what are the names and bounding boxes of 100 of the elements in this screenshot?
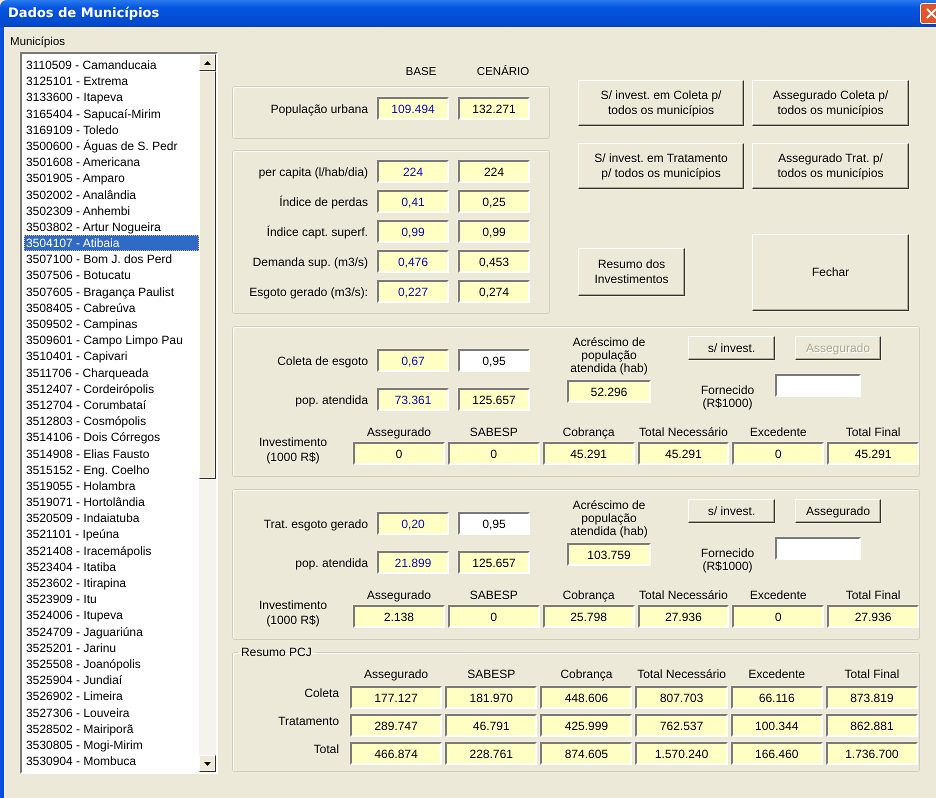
- close-button[interactable]: [920, 3, 936, 24]
- value-field: 224: [377, 160, 449, 183]
- value-field: 0: [732, 442, 824, 465]
- list-item[interactable]: 3509502 - Campinas: [24, 316, 199, 332]
- action-button[interactable]: s/ invest.: [688, 336, 775, 360]
- list-item[interactable]: 3501905 - Amparo: [24, 170, 199, 186]
- list-item[interactable]: 3524709 - Jaguariúna: [24, 624, 199, 640]
- list-item[interactable]: 3526902 - Limeira: [24, 688, 199, 704]
- list-item[interactable]: 3503802 - Artur Nogueira: [24, 218, 199, 236]
- value-field: 0: [732, 605, 824, 628]
- list-item[interactable]: 3519071 - Hortolândia: [24, 494, 199, 510]
- list-item[interactable]: 3515152 - Eng. Coelho: [24, 462, 199, 478]
- value-field: 0,274: [458, 280, 530, 303]
- input-field[interactable]: [775, 374, 861, 397]
- field-label: Acréscimo de população atendida (hab): [570, 336, 648, 375]
- list-item[interactable]: 3512704 - Corumbataí: [24, 396, 199, 414]
- list-item[interactable]: 3512407 - Cordeirópolis: [24, 380, 199, 397]
- field-label: pop. atendida: [295, 392, 368, 406]
- list-item[interactable]: 3125101 - Extrema: [24, 73, 199, 90]
- scroll-up-button[interactable]: [199, 54, 216, 71]
- scrollbar[interactable]: [199, 54, 216, 772]
- value-field: 45.291: [542, 442, 634, 465]
- list-item[interactable]: 3523909 - Itu: [24, 591, 199, 608]
- list-item[interactable]: 3165404 - Sapucaí-Mirim: [24, 106, 199, 122]
- value-field: 289.747: [350, 714, 442, 737]
- list-item[interactable]: 3502309 - Anhembi: [24, 202, 199, 219]
- input-field[interactable]: 0,95: [458, 349, 530, 372]
- list-item[interactable]: 3169109 - Toledo: [24, 122, 199, 138]
- value-field: 100.344: [730, 714, 823, 737]
- list-item[interactable]: 3500600 - Águas de S. Pedr: [24, 138, 199, 154]
- field-label: Esgoto gerado (m3/s):: [249, 284, 368, 298]
- list-item[interactable]: 3507605 - Bragança Paulist: [24, 284, 199, 300]
- list-item[interactable]: 3524006 - Itupeva: [24, 607, 199, 624]
- column-header: Total Necessário: [639, 588, 728, 602]
- input-field[interactable]: 0,95: [458, 512, 530, 535]
- action-button[interactable]: s/ invest.: [688, 499, 775, 523]
- list-item[interactable]: 3525201 - Jarinu: [24, 640, 199, 656]
- list-item[interactable]: 3525904 - Jundiaí: [24, 672, 199, 688]
- value-field: 166.460: [730, 742, 823, 765]
- list-item[interactable]: 3520509 - Indaiatuba: [24, 510, 199, 526]
- list-item[interactable]: 3508405 - Cabreúva: [24, 300, 199, 316]
- value-field: 874.605: [540, 742, 632, 765]
- list-item[interactable]: 3507506 - Botucatu: [24, 267, 199, 284]
- value-field: 52.296: [567, 380, 651, 403]
- list-item[interactable]: 3527306 - Louveira: [24, 704, 199, 721]
- list-item[interactable]: 3504107 - Atibaia: [24, 235, 199, 252]
- list-item[interactable]: 3519055 - Holambra: [24, 478, 199, 494]
- list-item[interactable]: 3510401 - Capivari: [24, 348, 199, 365]
- value-field: 0: [353, 442, 445, 465]
- list-item[interactable]: 3133600 - Itapeva: [24, 89, 199, 106]
- list-item[interactable]: 3512803 - Cosmópolis: [24, 413, 199, 430]
- close-button[interactable]: Fechar: [752, 234, 909, 311]
- list-item[interactable]: 3514106 - Dois Córregos: [24, 429, 199, 446]
- field-label: Trat. esgoto gerado: [264, 516, 368, 530]
- list-item[interactable]: 3509601 - Campo Limpo Pau: [24, 332, 199, 348]
- list-item[interactable]: 3521101 - Ipeúna: [24, 526, 199, 543]
- value-field: 0,20: [377, 512, 449, 535]
- column-header: Total Final: [846, 425, 900, 439]
- scroll-down-button[interactable]: [199, 755, 216, 772]
- list-item[interactable]: 3511706 - Charqueada: [24, 364, 199, 381]
- list-item[interactable]: 3525508 - Joanópolis: [24, 656, 199, 672]
- value-field: 125.657: [458, 551, 530, 574]
- action-button[interactable]: Assegurado: [795, 499, 881, 523]
- value-field: 1.570.240: [635, 742, 728, 765]
- value-field: 807.703: [635, 686, 728, 709]
- column-header: Total Final: [844, 667, 900, 681]
- column-header: Assegurado: [366, 588, 431, 602]
- column-header: SABESP: [467, 667, 516, 681]
- list-item[interactable]: 3521408 - Iracemápolis: [24, 542, 199, 559]
- action-button[interactable]: Assegurado Trat. p/ todos os municípios: [752, 142, 909, 189]
- list-item[interactable]: 3110509 - Camanducaia: [24, 57, 199, 74]
- column-header: Assegurado: [366, 425, 431, 439]
- list-item[interactable]: 3530904 - Mombuca: [24, 753, 199, 770]
- value-field: 0,99: [377, 220, 449, 243]
- value-field: 0,41: [377, 190, 449, 213]
- action-button[interactable]: S/ invest. em Tratamento p/ todos os municípios: [578, 142, 744, 189]
- action-button[interactable]: S/ invest. em Coleta p/ todos os municípios: [578, 80, 744, 126]
- action-button[interactable]: Resumo dos Investimentos: [578, 248, 685, 296]
- value-field: 448.606: [540, 686, 632, 709]
- list-item[interactable]: 3523602 - Itirapina: [24, 575, 199, 592]
- list-item[interactable]: 3502002 - Analândia: [24, 186, 199, 203]
- list-item[interactable]: 3501608 - Americana: [24, 154, 199, 170]
- list-item[interactable]: 3528502 - Mairiporã: [24, 720, 199, 737]
- action-button[interactable]: Assegurado Coleta p/ todos os municípios: [752, 80, 909, 126]
- list-item[interactable]: 3507100 - Bom J. dos Perd: [24, 251, 199, 268]
- scroll-thumb[interactable]: [199, 71, 216, 479]
- value-field: 0,476: [377, 250, 449, 273]
- field-label: Fornecido (R$1000): [700, 382, 756, 410]
- input-field[interactable]: [775, 537, 861, 560]
- value-field: 181.970: [445, 686, 538, 709]
- list-item[interactable]: 3530805 - Mogi-Mirim: [24, 736, 199, 754]
- value-field: 0: [448, 605, 540, 628]
- column-header: Cobrança: [562, 588, 615, 602]
- value-field: 27.936: [638, 605, 730, 628]
- field-label: pop. atendida: [295, 556, 368, 570]
- list-item[interactable]: 3514908 - Elias Fausto: [24, 446, 199, 462]
- column-header: Excedente: [750, 425, 807, 439]
- value-field: 132.271: [458, 97, 530, 120]
- list-item[interactable]: 3523404 - Itatiba: [24, 558, 199, 575]
- field-label: per capita (l/hab/dia): [258, 164, 368, 178]
